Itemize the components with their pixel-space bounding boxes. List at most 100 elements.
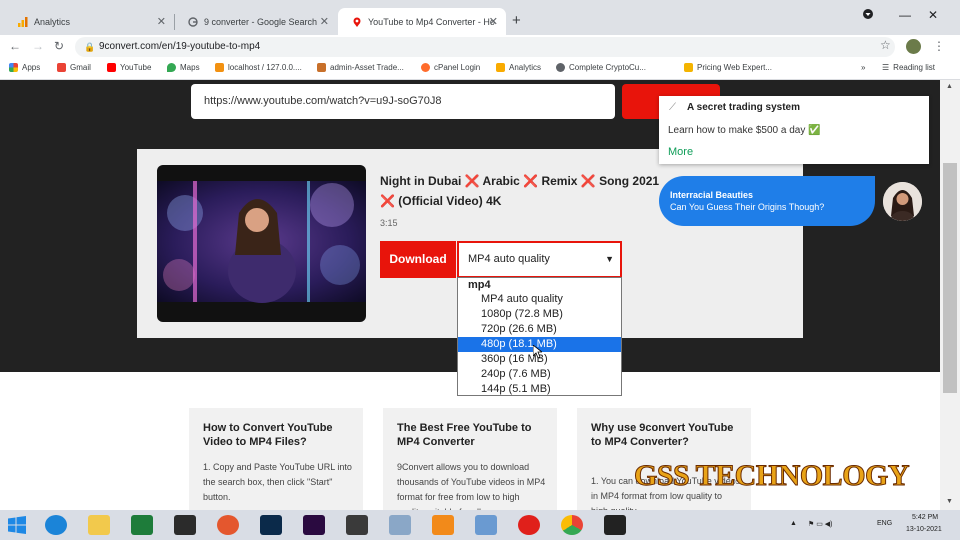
quality-option[interactable]: 144p (5.1 MB) xyxy=(458,382,621,397)
clock-time[interactable]: 5:42 PM xyxy=(912,514,938,521)
bookmark-admin-asset[interactable]: admin-Asset Trade... xyxy=(317,63,404,72)
download-button[interactable]: Download xyxy=(380,241,456,278)
chat-ad-avatar[interactable] xyxy=(883,182,922,221)
bookmark-pricing[interactable]: Pricing Web Expert... xyxy=(684,63,772,72)
menu-kebab-icon[interactable]: ⋮ xyxy=(933,39,945,53)
bookmark-apps[interactable]: Apps xyxy=(9,63,40,72)
tab-title: YouTube to Mp4 Converter - Ho xyxy=(368,16,495,27)
windows-start-icon[interactable] xyxy=(8,516,26,539)
notification-more-link[interactable]: More xyxy=(668,146,693,158)
admin-icon xyxy=(317,63,326,72)
google-icon xyxy=(188,16,198,27)
close-tab-icon[interactable]: ✕ xyxy=(320,15,329,28)
9convert-icon xyxy=(352,17,362,27)
windows-taskbar: ▲ ⚑ ▭ ◀) ENG 5:42 PM 13-10-2021 xyxy=(0,510,960,540)
info-card-text: 1. Copy and Paste YouTube URL into the s… xyxy=(203,462,352,502)
reading-list-icon: ☰ xyxy=(882,63,890,72)
watermark-text: GSS TECHNOLOGY xyxy=(633,459,910,493)
analytics-icon xyxy=(18,16,28,27)
notepad-icon[interactable] xyxy=(389,515,411,535)
pricing-icon xyxy=(684,63,693,72)
reading-list[interactable]: ☰ Reading list xyxy=(882,63,935,72)
back-icon[interactable]: ← xyxy=(9,39,21,53)
notification-body: Learn how to make $500 a day ✅ xyxy=(668,125,821,136)
opera-icon[interactable] xyxy=(518,515,540,535)
maps-pin-icon xyxy=(167,63,176,72)
tray-arrow-icon[interactable]: ▲ xyxy=(790,520,797,527)
info-card-heading: The Best Free YouTube to MP4 Converter xyxy=(397,422,532,448)
new-tab-icon[interactable]: + xyxy=(512,12,521,29)
bookmark-maps[interactable]: Maps xyxy=(167,63,200,72)
quality-option[interactable]: MP4 auto quality xyxy=(458,292,621,307)
scroll-up-icon[interactable]: ▲ xyxy=(946,83,953,90)
bookmark-localhost[interactable]: localhost / 127.0.0.... xyxy=(215,63,302,72)
bookmarks-bar: Apps Gmail YouTube Maps localhost / 127.… xyxy=(0,59,960,80)
page-scrollbar[interactable]: ▲ ▼ xyxy=(940,80,960,510)
app-icon[interactable] xyxy=(475,515,497,535)
scrollbar-thumb[interactable] xyxy=(943,163,957,393)
ie-icon[interactable] xyxy=(45,515,67,535)
chat-ad-body: Can You Guess Their Origins Though? xyxy=(670,202,825,212)
notification-title: A secret trading system xyxy=(687,102,801,113)
tab-search-icon[interactable] xyxy=(862,8,874,23)
tab-analytics[interactable]: Analytics ✕ xyxy=(4,8,174,35)
chrome-icon[interactable] xyxy=(561,515,583,535)
address-bar[interactable]: 🔒 9convert.com/en/19-youtube-to-mp4 xyxy=(75,37,895,57)
chat-ad-bubble[interactable]: Interracial Beauties Can You Guess Their… xyxy=(659,176,875,226)
close-tab-icon[interactable]: ✕ xyxy=(489,15,498,28)
reload-icon[interactable]: ↻ xyxy=(54,39,64,53)
close-tab-icon[interactable]: ✕ xyxy=(157,15,166,28)
tab-google-search[interactable]: 9 converter - Google Search ✕ xyxy=(174,8,337,35)
media-player-icon[interactable] xyxy=(346,515,368,535)
scroll-down-icon[interactable]: ▼ xyxy=(946,498,953,505)
info-card-heading: How to Convert YouTube Video to MP4 File… xyxy=(203,422,333,448)
bookmark-analytics[interactable]: Analytics xyxy=(496,63,541,72)
bookmark-star-icon[interactable]: ☆ xyxy=(880,38,891,52)
cpanel-icon xyxy=(421,63,430,72)
bookmark-gmail[interactable]: Gmail xyxy=(57,63,91,72)
info-card-how-to: How to Convert YouTube Video to MP4 File… xyxy=(189,408,363,510)
bookmark-youtube[interactable]: YouTube xyxy=(107,63,151,72)
bookmark-cpanel[interactable]: cPanel Login xyxy=(421,63,480,72)
browser-toolbar: ← → ↻ 🔒 9convert.com/en/19-youtube-to-mp… xyxy=(0,35,960,59)
info-card-text: 9Convert allows you to download thousand… xyxy=(397,462,546,510)
quality-option[interactable]: 240p (7.6 MB) xyxy=(458,367,621,382)
excel-icon[interactable] xyxy=(131,515,153,535)
info-card-heading: Why use 9convert YouTube to MP4 Converte… xyxy=(591,422,734,448)
forward-icon[interactable]: → xyxy=(32,39,44,53)
lock-icon[interactable]: 🔒 xyxy=(84,37,95,57)
profile-avatar-icon[interactable] xyxy=(906,39,921,54)
photoshop-icon[interactable] xyxy=(260,515,282,535)
tab-9convert[interactable]: YouTube to Mp4 Converter - Ho ✕ xyxy=(338,8,506,35)
search-input[interactable]: https://www.youtube.com/watch?v=u9J-soG7… xyxy=(191,84,615,119)
video-thumbnail[interactable] xyxy=(157,165,366,322)
push-notification[interactable]: ⟋ A secret trading system Learn how to m… xyxy=(659,96,929,164)
quality-select[interactable]: MP4 auto quality ▼ xyxy=(457,241,622,278)
more-bookmarks-icon[interactable]: » xyxy=(861,63,865,72)
quality-option[interactable]: 1080p (72.8 MB) xyxy=(458,307,621,322)
clock-date[interactable]: 13-10-2021 xyxy=(906,526,942,533)
quality-option[interactable]: 720p (26.6 MB) xyxy=(458,322,621,337)
video-duration: 3:15 xyxy=(380,218,398,228)
recorder-icon[interactable] xyxy=(604,515,626,535)
phpmyadmin-icon xyxy=(215,63,224,72)
globe-icon xyxy=(556,63,565,72)
tab-bar: Analytics ✕ 9 converter - Google Search … xyxy=(0,0,960,35)
gmail-icon xyxy=(57,63,66,72)
after-effects-icon[interactable] xyxy=(303,515,325,535)
bookmark-crypto[interactable]: Complete CryptoCu... xyxy=(556,63,646,72)
file-explorer-icon[interactable] xyxy=(88,515,110,535)
tray-icons[interactable]: ⚑ ▭ ◀) xyxy=(808,520,833,528)
close-window-icon[interactable]: ✕ xyxy=(928,8,938,22)
vlc-icon[interactable] xyxy=(432,515,454,535)
language-indicator[interactable]: ENG xyxy=(877,520,892,527)
paint-icon[interactable] xyxy=(217,515,239,535)
minimize-icon[interactable]: — xyxy=(899,8,911,22)
chat-ad-title: Interracial Beauties xyxy=(670,190,754,200)
video-title: Night in Dubai ❌ Arabic ❌ Remix ❌ Song 2… xyxy=(380,174,660,208)
chevron-down-icon: ▼ xyxy=(605,254,614,264)
apps-grid-icon xyxy=(9,63,18,72)
mouse-cursor-icon xyxy=(532,344,544,363)
info-card-best-free: The Best Free YouTube to MP4 Converter 9… xyxy=(383,408,557,510)
sublime-icon[interactable] xyxy=(174,515,196,535)
